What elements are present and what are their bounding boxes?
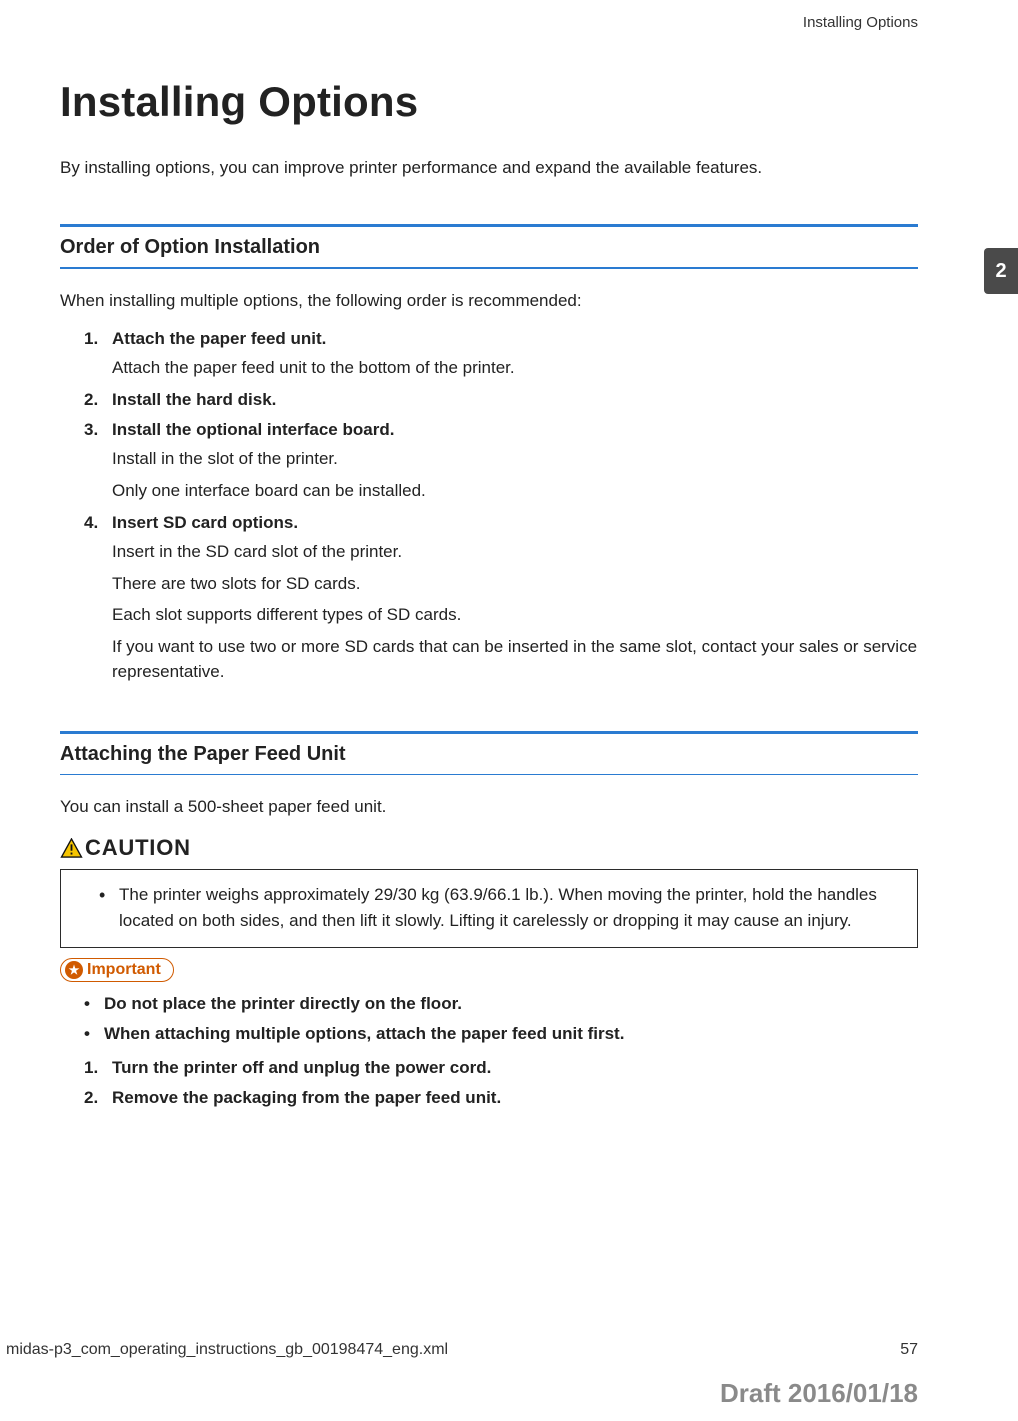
important-item: When attaching multiple options, attach …	[84, 1024, 918, 1044]
section-rule	[60, 774, 918, 776]
running-head: Installing Options	[803, 14, 918, 31]
section-rule	[60, 731, 918, 734]
list-heading: Install the optional interface board.	[112, 420, 394, 439]
page-footer: midas-p3_com_operating_instructions_gb_0…	[0, 1341, 1018, 1359]
list-subtext: Install in the slot of the printer.	[112, 446, 918, 472]
list-number: 2.	[84, 390, 112, 410]
intro-paragraph: By installing options, you can improve p…	[60, 158, 918, 178]
caution-item: The printer weighs approximately 29/30 k…	[99, 882, 895, 935]
list-subtext: Attach the paper feed unit to the bottom…	[112, 355, 918, 381]
section-rule	[60, 267, 918, 269]
list-heading: Remove the packaging from the paper feed…	[112, 1088, 501, 1107]
list-heading: Insert SD card options.	[112, 513, 298, 532]
list-number: 1.	[84, 1058, 112, 1078]
section-heading-order: Order of Option Installation	[60, 236, 918, 259]
list-subtext: Only one interface board can be installe…	[112, 478, 918, 504]
warning-triangle-icon	[60, 838, 83, 858]
list-item: 2.Install the hard disk.	[84, 390, 918, 410]
list-heading: Attach the paper feed unit.	[112, 329, 326, 348]
important-item: Do not place the printer directly on the…	[84, 994, 918, 1014]
page-content: Installing Options By installing options…	[0, 0, 1018, 1108]
caution-header: CAUTION	[60, 835, 918, 861]
footer-file: midas-p3_com_operating_instructions_gb_0…	[6, 1341, 448, 1359]
steps-list: 1.Turn the printer off and unplug the po…	[60, 1058, 918, 1108]
list-number: 3.	[84, 420, 112, 440]
star-icon: ★	[65, 961, 83, 979]
caution-label: CAUTION	[85, 835, 191, 861]
list-number: 2.	[84, 1088, 112, 1108]
list-heading: Turn the printer off and unplug the powe…	[112, 1058, 491, 1077]
draft-stamp: Draft 2016/01/18	[720, 1378, 918, 1409]
important-pill: ★ Important	[60, 958, 174, 982]
list-subtext: Each slot supports different types of SD…	[112, 602, 918, 628]
important-list: Do not place the printer directly on the…	[60, 994, 918, 1044]
list-item: 1.Attach the paper feed unit. Attach the…	[84, 329, 918, 381]
list-item: 1.Turn the printer off and unplug the po…	[84, 1058, 918, 1078]
caution-box: The printer weighs approximately 29/30 k…	[60, 869, 918, 948]
order-list: 1.Attach the paper feed unit. Attach the…	[60, 329, 918, 685]
footer-page-number: 57	[900, 1341, 918, 1359]
list-subtext: Insert in the SD card slot of the printe…	[112, 539, 918, 565]
list-item: 2.Remove the packaging from the paper fe…	[84, 1088, 918, 1108]
list-item: 4.Insert SD card options. Insert in the …	[84, 513, 918, 685]
list-subtext: There are two slots for SD cards.	[112, 571, 918, 597]
important-header: ★ Important	[60, 958, 918, 982]
section1-lead: When installing multiple options, the fo…	[60, 291, 918, 311]
list-number: 4.	[84, 513, 112, 533]
list-number: 1.	[84, 329, 112, 349]
section-heading-paper-feed: Attaching the Paper Feed Unit	[60, 743, 918, 766]
chapter-tab: 2	[984, 248, 1018, 294]
list-heading: Install the hard disk.	[112, 390, 276, 409]
document-page: Installing Options 2 Installing Options …	[0, 0, 1018, 1421]
important-label: Important	[87, 961, 161, 979]
list-subtext: If you want to use two or more SD cards …	[112, 634, 918, 685]
section2-lead: You can install a 500-sheet paper feed u…	[60, 797, 918, 817]
section-rule	[60, 224, 918, 227]
page-title: Installing Options	[60, 78, 918, 126]
list-item: 3.Install the optional interface board. …	[84, 420, 918, 503]
